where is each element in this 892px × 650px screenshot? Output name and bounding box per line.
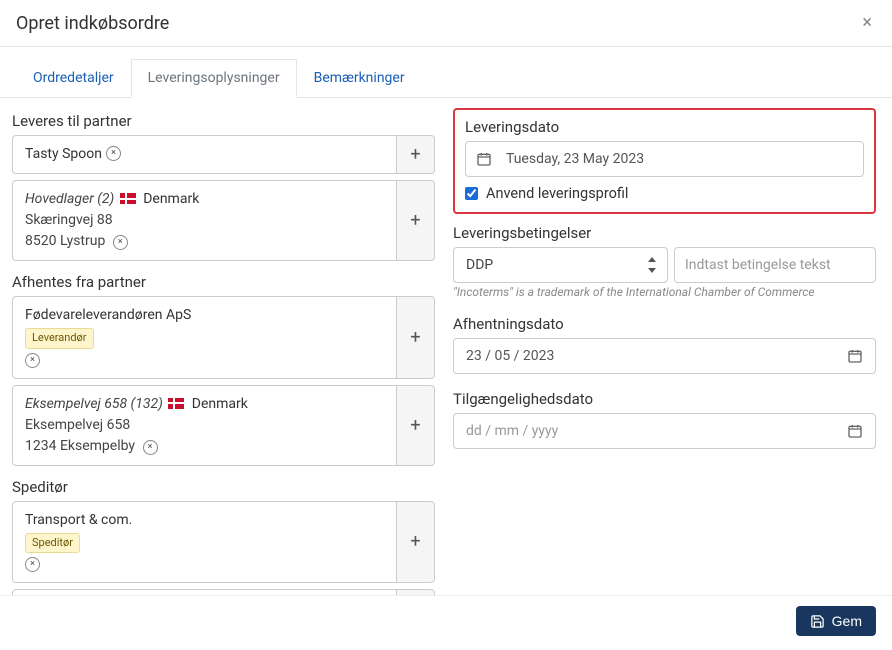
pickup-location-card[interactable]: Eksempelvej 658 (132) Denmark Eksempelve… xyxy=(12,385,397,466)
delivery-date-input[interactable]: Tuesday, 23 May 2023 xyxy=(465,141,864,177)
use-delivery-profile-label: Anvend leveringsprofil xyxy=(486,185,628,202)
availability-date-input[interactable]: dd / mm / yyyy xyxy=(453,413,876,449)
pickup-country: Denmark xyxy=(192,396,248,412)
availability-date-label: Tilgængelighedsdato xyxy=(453,390,876,408)
delivery-terms-row: DDP Indtast betingelse tekst xyxy=(453,247,876,283)
forwarder-label: Speditør xyxy=(12,478,435,496)
pickup-partner-row: Fødevareleverandøren ApS Leverandør × + xyxy=(12,296,435,379)
save-button[interactable]: Gem xyxy=(796,606,876,636)
content-area: Leveres til partner Tasty Spoon × + Hove… xyxy=(0,98,892,595)
add-pickup-partner-button[interactable]: + xyxy=(397,296,435,379)
calendar-icon xyxy=(847,423,863,439)
denmark-flag-icon xyxy=(120,193,136,204)
delivery-date-label: Leveringsdato xyxy=(465,118,864,136)
deliver-to-location-title: Hovedlager (2) xyxy=(25,191,114,207)
delivery-date-value: Tuesday, 23 May 2023 xyxy=(506,151,853,167)
pickup-date-input[interactable]: 23 / 05 / 2023 xyxy=(453,338,876,374)
delivery-terms-text-input[interactable]: Indtast betingelse tekst xyxy=(674,247,876,283)
supplier-tag: Leverandør xyxy=(25,328,94,349)
close-icon[interactable]: × xyxy=(858,12,876,34)
deliver-to-partner-row: Tasty Spoon × + xyxy=(12,135,435,174)
use-delivery-profile-checkbox[interactable] xyxy=(465,187,478,200)
forwarder-partner-row: Transport & com. Speditør × + xyxy=(12,501,435,584)
add-deliver-partner-button[interactable]: + xyxy=(397,135,435,174)
deliver-to-addr2-line: 8520 Lystrup × xyxy=(25,231,384,252)
deliver-to-label: Leveres til partner xyxy=(12,112,435,130)
clear-icon[interactable]: × xyxy=(106,146,121,161)
availability-date-placeholder: dd / mm / yyyy xyxy=(466,423,558,439)
clear-icon[interactable]: × xyxy=(143,440,158,455)
forwarder-partner-name: Transport & com. xyxy=(25,510,384,531)
use-delivery-profile-row[interactable]: Anvend leveringsprofil xyxy=(465,185,864,202)
deliver-to-partner-card[interactable]: Tasty Spoon × xyxy=(12,135,397,174)
select-updown-icon xyxy=(645,256,659,274)
forwarder-tag: Speditør xyxy=(25,533,80,554)
delivery-terms-value: DDP xyxy=(466,257,493,273)
pickup-addr1: Eksempelvej 658 xyxy=(25,415,384,436)
deliver-to-partner-name: Tasty Spoon xyxy=(25,144,102,165)
add-pickup-location-button[interactable]: + xyxy=(397,385,435,466)
delivery-terms-placeholder: Indtast betingelse tekst xyxy=(685,257,831,273)
denmark-flag-icon xyxy=(168,398,184,409)
pickup-location-title: Eksempelvej 658 (132) xyxy=(25,396,163,412)
modal-title: Opret indkøbsordre xyxy=(16,13,169,34)
modal-footer: Gem xyxy=(0,595,892,650)
calendar-icon xyxy=(847,348,863,364)
tab-remarks[interactable]: Bemærkninger xyxy=(297,59,422,97)
right-column: Leveringsdato Tuesday, 23 May 2023 Anven… xyxy=(453,108,876,585)
clear-icon[interactable]: × xyxy=(25,353,40,368)
calendar-icon xyxy=(476,151,492,167)
add-deliver-location-button[interactable]: + xyxy=(397,180,435,261)
pickup-date-label: Afhentningsdato xyxy=(453,315,876,333)
clear-icon[interactable]: × xyxy=(25,557,40,572)
delivery-date-highlight: Leveringsdato Tuesday, 23 May 2023 Anven… xyxy=(453,108,876,214)
deliver-to-addr1: Skæringvej 88 xyxy=(25,210,384,231)
forwarder-partner-card[interactable]: Transport & com. Speditør × xyxy=(12,501,397,584)
pickup-from-label: Afhentes fra partner xyxy=(12,273,435,291)
tab-delivery-info[interactable]: Leveringsoplysninger xyxy=(131,59,297,98)
location-title-line: Hovedlager (2) Denmark xyxy=(25,189,384,210)
pickup-partner-name: Fødevareleverandøren ApS xyxy=(25,305,384,326)
incoterms-hint: "Incoterms" is a trademark of the Intern… xyxy=(453,285,876,299)
clear-icon[interactable]: × xyxy=(113,235,128,250)
tabs: Ordredetaljer Leveringsoplysninger Bemær… xyxy=(0,59,892,98)
pickup-addr2: 1234 Eksempelby xyxy=(25,438,135,454)
location-title-line: Eksempelvej 658 (132) Denmark xyxy=(25,394,384,415)
delivery-terms-label: Leveringsbetingelser xyxy=(453,224,876,242)
pickup-date-value: 23 / 05 / 2023 xyxy=(466,348,554,364)
deliver-to-location-row: Hovedlager (2) Denmark Skæringvej 88 852… xyxy=(12,180,435,261)
pickup-location-row: Eksempelvej 658 (132) Denmark Eksempelve… xyxy=(12,385,435,466)
save-button-label: Gem xyxy=(832,613,862,629)
add-forwarder-partner-button[interactable]: + xyxy=(397,501,435,584)
pickup-addr2-line: 1234 Eksempelby × xyxy=(25,436,384,457)
left-column: Leveres til partner Tasty Spoon × + Hove… xyxy=(12,108,435,585)
tab-order-details[interactable]: Ordredetaljer xyxy=(16,59,131,97)
deliver-to-addr2: 8520 Lystrup xyxy=(25,233,105,249)
deliver-to-country: Denmark xyxy=(143,191,199,207)
delivery-terms-select[interactable]: DDP xyxy=(453,247,668,283)
save-icon xyxy=(810,614,825,629)
deliver-to-location-card[interactable]: Hovedlager (2) Denmark Skæringvej 88 852… xyxy=(12,180,397,261)
pickup-partner-card[interactable]: Fødevareleverandøren ApS Leverandør × xyxy=(12,296,397,379)
modal-header: Opret indkøbsordre × xyxy=(0,0,892,47)
